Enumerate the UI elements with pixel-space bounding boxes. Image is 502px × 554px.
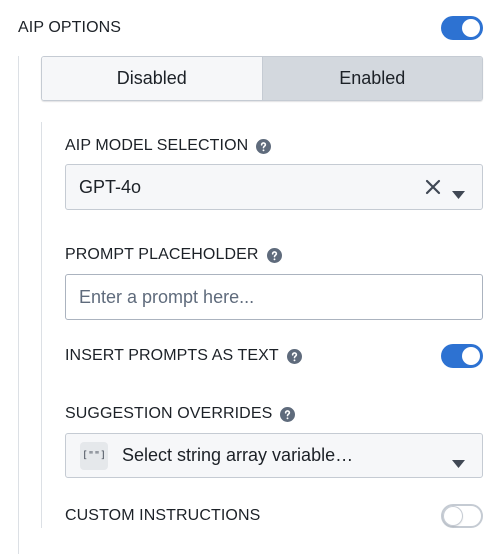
toggle-knob — [444, 507, 462, 525]
suggestion-overrides-placeholder: Select string array variable… — [122, 445, 354, 465]
insert-prompts-label: INSERT PROMPTS AS TEXT — [65, 347, 302, 365]
caret-down-icon[interactable] — [452, 183, 465, 199]
prompt-placeholder-label: PROMPT PLACEHOLDER — [65, 246, 282, 264]
aip-options-label-text: AIP OPTIONS — [18, 19, 122, 36]
model-selection-label-text: AIP MODEL SELECTION — [65, 137, 249, 154]
model-selection-label: AIP MODEL SELECTION — [65, 137, 272, 155]
aip-options-toggle[interactable] — [441, 16, 483, 40]
suggestion-overrides-select[interactable]: [""] Select string array variable… — [65, 433, 483, 478]
insert-prompts-label-text: INSERT PROMPTS AS TEXT — [65, 347, 279, 364]
model-select[interactable]: GPT-4o — [65, 164, 483, 210]
suggestion-overrides-label-text: SUGGESTION OVERRIDES — [65, 405, 273, 422]
prompt-placeholder-text: Enter a prompt here... — [79, 286, 255, 307]
suggestion-overrides-label: SUGGESTION OVERRIDES — [65, 405, 296, 423]
insert-prompts-toggle[interactable] — [441, 344, 483, 368]
toggle-knob — [462, 347, 480, 365]
inner-indent-line — [41, 122, 42, 528]
disabled-segment-button[interactable]: Disabled — [42, 57, 263, 100]
custom-instructions-label-text: CUSTOM INSTRUCTIONS — [65, 507, 261, 524]
aip-options-panel: AIP OPTIONS Disabled Enabled AIP MODEL S… — [0, 0, 502, 554]
custom-instructions-label: CUSTOM INSTRUCTIONS — [65, 507, 260, 525]
prompt-placeholder-label-text: PROMPT PLACEHOLDER — [65, 246, 259, 263]
help-icon[interactable] — [266, 247, 282, 263]
prompt-placeholder-input[interactable]: Enter a prompt here... — [65, 274, 483, 320]
custom-instructions-toggle[interactable] — [441, 504, 483, 528]
model-select-value: GPT-4o — [79, 176, 142, 197]
help-icon[interactable] — [286, 348, 302, 364]
close-icon[interactable] — [424, 178, 442, 196]
outer-indent-line — [18, 56, 19, 554]
mode-segmented-control: Disabled Enabled — [41, 56, 483, 101]
help-icon[interactable] — [280, 406, 296, 422]
aip-options-label: AIP OPTIONS — [18, 19, 121, 37]
help-icon[interactable] — [256, 138, 272, 154]
toggle-knob — [462, 19, 480, 37]
caret-down-icon[interactable] — [452, 452, 465, 468]
enabled-segment-button[interactable]: Enabled — [262, 57, 482, 100]
array-variable-icon: [""] — [80, 441, 108, 470]
